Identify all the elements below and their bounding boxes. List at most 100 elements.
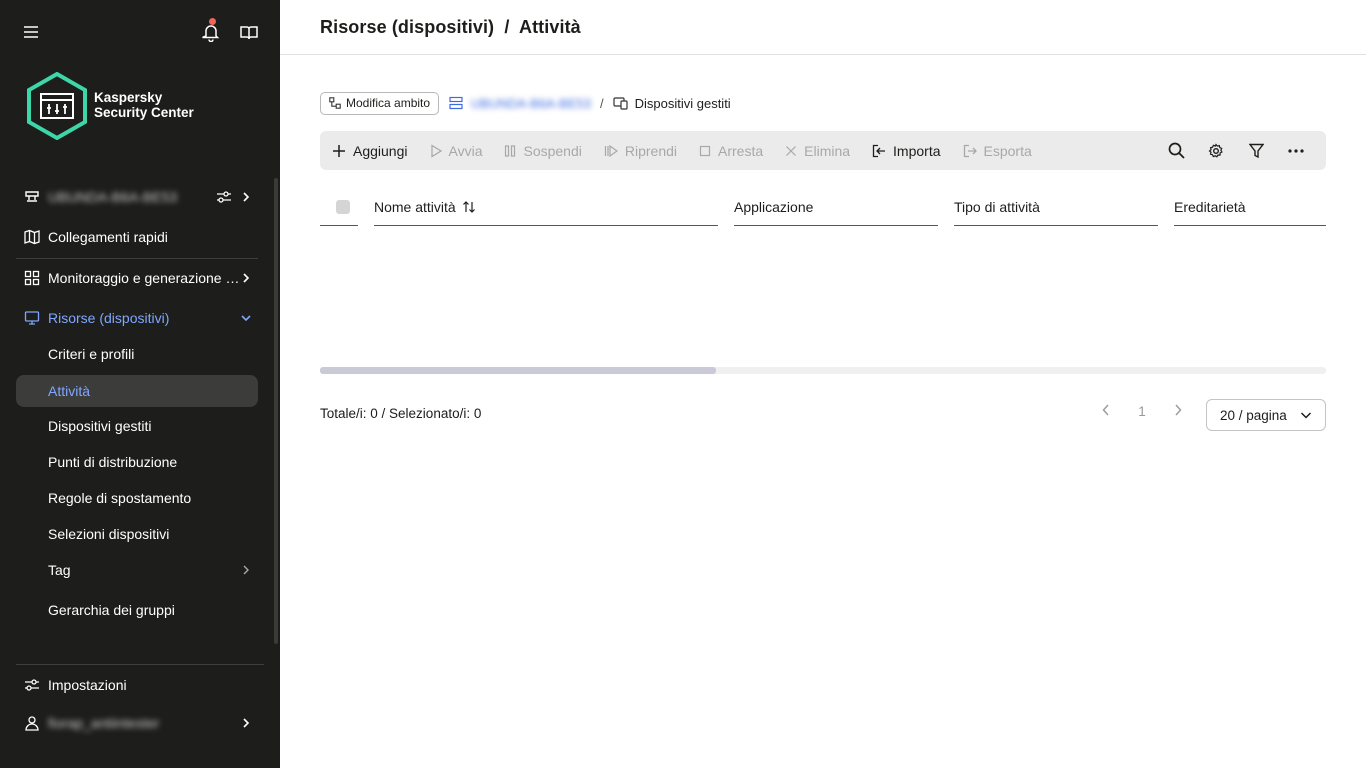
page-number[interactable]: 1 [1124,404,1160,419]
select-all-checkbox[interactable] [336,199,350,214]
pause-icon [505,144,516,157]
notification-dot [209,18,216,25]
book-icon[interactable] [240,22,258,42]
hamburger-menu-icon[interactable] [22,23,40,41]
sidebar-item-label: Monitoraggio e generazione … [48,270,240,286]
delete-button[interactable]: Elimina [785,143,850,159]
play-icon [430,143,442,158]
change-scope-button[interactable]: Modifica ambito [320,91,440,115]
chevron-right-icon [1175,404,1182,416]
column-task-type[interactable]: Tipo di attività [954,188,1158,226]
resume-icon [604,144,618,157]
chevron-right-icon [243,192,250,202]
start-button[interactable]: Avvia [430,142,483,159]
sidebar-user-label: fiorap_antiintester [48,715,160,731]
sidebar-subitem-distribution-points[interactable]: Punti di distribuzione [16,446,258,478]
page-header: Risorse (dispositivi) / Attività [280,0,1366,55]
map-icon [24,229,40,245]
breadcrumb-separator: / [599,95,604,111]
import-icon [872,144,886,157]
sidebar-item-user[interactable]: fiorap_antiintester [16,707,258,739]
sidebar-item-monitoring[interactable]: Monitoraggio e generazione … [16,262,258,294]
sliders-icon [25,679,39,691]
sidebar-subitem-group-hierarchy[interactable]: Gerarchia dei gruppi [16,594,258,626]
column-label: Tipo di attività [954,198,1040,215]
filter-button[interactable] [1236,131,1276,170]
sidebar-item-label: Collegamenti rapidi [48,229,168,245]
sidebar-subitem-tasks[interactable]: Attività [16,375,258,407]
next-page-button[interactable] [1160,404,1196,419]
breadcrumb-server-link[interactable]: UBUNDA-B6A-BE53 [449,96,591,111]
chevron-right-icon [243,718,250,728]
dashboard-icon [24,270,40,286]
more-button[interactable] [1276,131,1316,170]
sidebar-divider [16,664,264,665]
devices-icon [613,97,628,110]
table-header: Nome attività Applicazione Tipo di attiv… [320,188,1326,226]
sidebar-subitem-policies[interactable]: Criteri e profili [16,338,258,370]
page-size-value: 20 / pagina [1220,407,1287,423]
page-size-select[interactable]: 20 / pagina [1206,399,1326,431]
stop-button[interactable]: Arresta [699,143,763,159]
column-label: Ereditarietà [1174,198,1246,215]
sidebar: Kaspersky Security Center UBUNDA-B6A-BE5… [0,0,280,768]
breadcrumb-current-label: Dispositivi gestiti [634,95,731,111]
add-button[interactable]: Aggiungi [332,143,408,159]
server-icon [449,96,463,110]
stop-icon [699,145,711,156]
column-task-name[interactable]: Nome attività [374,188,718,226]
resume-label: Riprendi [624,142,678,159]
toolbar-right [1156,131,1316,170]
sidebar-item-server[interactable]: UBUNDA-B6A-BE53 [16,181,258,213]
sidebar-subitem-managed-devices[interactable]: Dispositivi gestiti [16,410,258,442]
breadcrumb-server-label: UBUNDA-B6A-BE53 [471,95,591,111]
sidebar-subitem-label: Tag [48,562,71,578]
import-button[interactable]: Importa [872,143,941,159]
start-label: Avvia [448,142,483,159]
export-button[interactable]: Esporta [963,143,1032,159]
sidebar-subitem-tags[interactable]: Tag [16,554,258,586]
sort-icon[interactable] [462,200,476,214]
breadcrumb: Modifica ambito UBUNDA-B6A-BE53 / Dispos… [320,91,731,115]
settings-button[interactable] [1196,131,1236,170]
export-label: Esporta [983,142,1032,159]
column-application[interactable]: Applicazione [734,188,938,226]
scrollbar-thumb[interactable] [320,367,716,374]
chevron-left-icon [1102,404,1109,416]
sliders-icon[interactable] [216,189,232,205]
sidebar-item-quick-links[interactable]: Collegamenti rapidi [16,221,258,253]
bell-icon[interactable] [202,22,220,42]
sidebar-item-label: Risorse (dispositivi) [48,310,170,326]
gear-icon [1208,142,1223,158]
sidebar-item-assets[interactable]: Risorse (dispositivi) [16,302,258,334]
suspend-button[interactable]: Sospendi [504,142,582,159]
table-horizontal-scrollbar[interactable] [320,367,1326,374]
resume-button[interactable]: Riprendi [604,143,677,159]
sidebar-server-label: UBUNDA-B6A-BE53 [48,189,178,205]
stop-label: Arresta [718,142,764,159]
kaspersky-logo: Kaspersky Security Center [26,72,226,140]
monitor-icon [24,311,40,325]
sidebar-subitem-label: Selezioni dispositivi [48,526,170,542]
page-title: Risorse (dispositivi) / Attività [320,17,581,37]
select-all-cell [320,188,358,226]
chevron-right-icon [243,273,250,283]
sidebar-scrollbar[interactable] [274,178,278,644]
server-icon [25,191,39,202]
brand-line-2: Security Center [94,105,194,120]
column-inheritance[interactable]: Ereditarietà [1174,188,1326,226]
add-label: Aggiungi [353,142,408,159]
chevron-right-icon [243,565,249,575]
sidebar-subitem-label: Punti di distribuzione [48,454,178,470]
sidebar-subitem-device-selections[interactable]: Selezioni dispositivi [16,518,258,550]
suspend-label: Sospendi [523,142,582,159]
sidebar-item-settings[interactable]: Impostazioni [16,669,258,701]
delete-label: Elimina [804,142,851,159]
column-label: Nome attività [374,198,456,215]
user-icon [25,716,39,731]
plus-icon [333,144,345,157]
chevron-down-icon [241,315,251,322]
prev-page-button[interactable] [1088,404,1124,419]
search-button[interactable] [1156,131,1196,170]
sidebar-subitem-moving-rules[interactable]: Regole di spostamento [16,482,258,514]
